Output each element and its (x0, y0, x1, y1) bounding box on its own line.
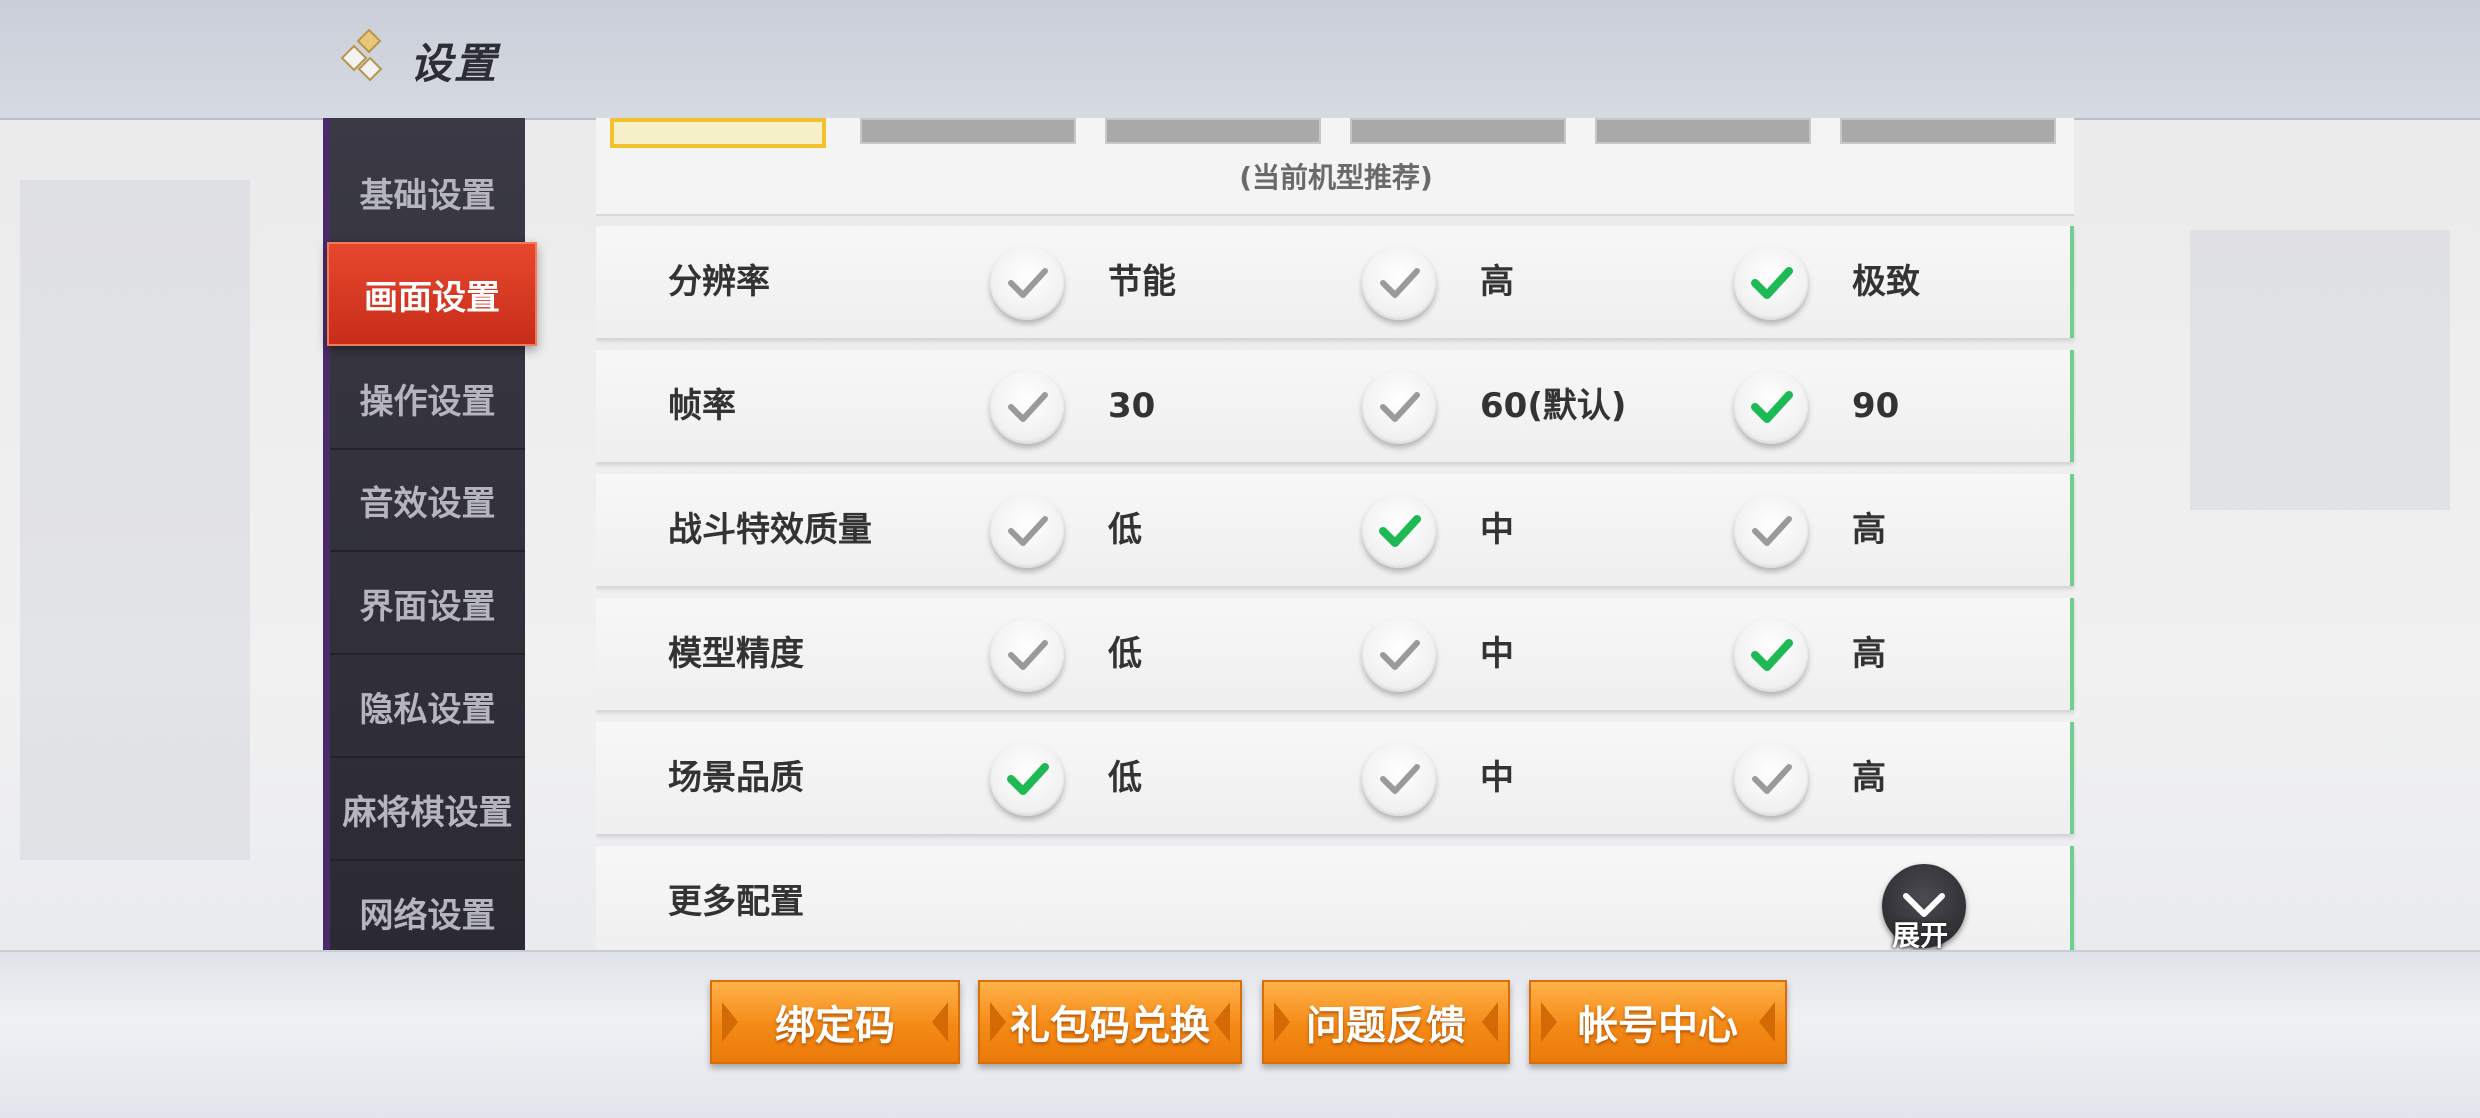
bg-decoration-left (20, 180, 250, 860)
account-center-button[interactable]: 帐号中心 (1529, 980, 1787, 1064)
sidebar-item-mahjong[interactable]: 麻将棋设置 (330, 759, 525, 861)
settings-sidebar: 基础设置 画面设置 操作设置 音效设置 界面设置 隐私设置 麻将棋设置 网络设置 (323, 118, 537, 964)
checkmark-icon[interactable] (1362, 246, 1436, 320)
quality-preset-6[interactable] (1840, 118, 2056, 144)
button-label: 帐号中心 (1578, 1003, 1738, 1049)
sidebar-item-basic[interactable]: 基础设置 (330, 142, 525, 244)
button-label: 问题反馈 (1306, 1003, 1466, 1049)
chevron-right-deco-icon (1482, 1002, 1498, 1042)
option-label: 低 (1108, 758, 1142, 798)
option-label: 极致 (1852, 262, 1920, 302)
option-label: 30 (1108, 386, 1156, 426)
sidebar-item-label: 基础设置 (359, 175, 496, 216)
sidebar-item-audio[interactable]: 音效设置 (330, 450, 525, 552)
setting-row-frame-rate: 帧率 30 60(默认) 90 (596, 350, 2074, 462)
sidebar-item-display[interactable]: 画面设置 (327, 242, 537, 346)
option-label: 90 (1852, 386, 1900, 426)
sidebar-item-privacy[interactable]: 隐私设置 (330, 656, 525, 758)
more-config-label: 更多配置 (668, 882, 804, 922)
checkmark-icon[interactable] (990, 494, 1064, 568)
quality-preset-4[interactable] (1350, 118, 1566, 144)
page-title: 设置 (410, 39, 499, 88)
checkmark-icon[interactable] (1734, 494, 1808, 568)
checkmark-icon[interactable] (990, 370, 1064, 444)
settings-diamond-icon (340, 28, 383, 82)
option-label: 高 (1852, 758, 1886, 798)
option-label: 中 (1480, 634, 1514, 674)
settings-panel: (当前机型推荐) 分辨率 节能高极致 帧率 30 60(默认) 90 战斗特效质量低中高模型… (596, 118, 2076, 950)
checkmark-selected-icon[interactable] (1734, 246, 1808, 320)
checkmark-icon[interactable] (1734, 742, 1808, 816)
option-label: 节能 (1108, 262, 1176, 302)
option-label: 中 (1480, 758, 1514, 798)
setting-row-resolution: 分辨率 节能 高 极致 (596, 226, 2074, 338)
gift-code-button[interactable]: 礼包码兑换 (978, 980, 1242, 1064)
recommend-note: (当前机型推荐) (1239, 161, 1433, 194)
button-label: 礼包码兑换 (1010, 1003, 1210, 1049)
option-label: 高 (1852, 510, 1886, 550)
sidebar-item-label: 画面设置 (364, 277, 500, 318)
sidebar-item-label: 操作设置 (359, 381, 496, 422)
sidebar-item-label: 音效设置 (359, 483, 496, 524)
chevron-right-deco-icon (932, 1002, 948, 1042)
chevron-left-deco-icon (1274, 1002, 1290, 1042)
setting-label: 分辨率 (668, 262, 770, 302)
setting-label: 帧率 (668, 386, 736, 426)
chevron-left-deco-icon (722, 1002, 738, 1042)
sidebar-item-label: 界面设置 (359, 586, 496, 627)
checkmark-selected-icon[interactable] (990, 742, 1064, 816)
checkmark-icon[interactable] (990, 246, 1064, 320)
option-label: 中 (1480, 510, 1514, 550)
setting-row-scene-quality: 场景品质 低 中 高 (596, 722, 2074, 834)
chevron-right-deco-icon (1214, 1002, 1230, 1042)
chevron-left-deco-icon (990, 1002, 1006, 1042)
bind-code-button[interactable]: 绑定码 (710, 980, 960, 1064)
quality-preset-5[interactable] (1595, 118, 1811, 144)
setting-label: 战斗特效质量 (668, 510, 872, 550)
more-config-row: 更多配置 展开 (596, 846, 2074, 950)
feedback-button[interactable]: 问题反馈 (1262, 980, 1510, 1064)
checkmark-selected-icon[interactable] (1734, 370, 1808, 444)
quality-preset-3[interactable] (1105, 118, 1321, 144)
checkmark-icon[interactable] (1362, 618, 1436, 692)
option-label: 低 (1108, 510, 1142, 550)
quality-preset-2[interactable] (860, 118, 1076, 144)
checkmark-icon[interactable] (1362, 742, 1436, 816)
option-label: 60(默认) (1480, 386, 1627, 426)
setting-row-model-precision: 模型精度 低 中 高 (596, 598, 2074, 710)
expand-label: 展开 (1892, 919, 1949, 950)
option-label: 高 (1480, 262, 1514, 302)
button-label: 绑定码 (775, 1003, 895, 1049)
checkmark-selected-icon[interactable] (1734, 618, 1808, 692)
bottom-action-bar: 绑定码 礼包码兑换 问题反馈 帐号中心 (0, 950, 2480, 1118)
setting-label: 场景品质 (668, 758, 804, 798)
option-label: 低 (1108, 634, 1142, 674)
sidebar-item-network[interactable]: 网络设置 (330, 862, 525, 964)
sidebar-item-interface[interactable]: 界面设置 (330, 553, 525, 655)
bg-decoration-right (2190, 230, 2450, 510)
quality-preset-1[interactable] (610, 118, 826, 148)
setting-row-effects-quality: 战斗特效质量 低 中 高 (596, 474, 2074, 586)
checkmark-selected-icon[interactable] (1362, 494, 1436, 568)
checkmark-icon[interactable] (990, 618, 1064, 692)
checkmark-icon[interactable] (1362, 370, 1436, 444)
sidebar-item-label: 隐私设置 (359, 689, 496, 730)
top-header: 设置 (0, 0, 2480, 120)
sidebar-item-controls[interactable]: 操作设置 (330, 348, 525, 450)
chevron-left-deco-icon (1541, 1002, 1557, 1042)
setting-label: 模型精度 (668, 634, 804, 674)
sidebar-item-label: 网络设置 (359, 895, 496, 936)
option-label: 高 (1852, 634, 1886, 674)
sidebar-item-label: 麻将棋设置 (342, 792, 513, 833)
chevron-right-deco-icon (1759, 1002, 1775, 1042)
quality-preset-row: (当前机型推荐) (596, 118, 2074, 216)
